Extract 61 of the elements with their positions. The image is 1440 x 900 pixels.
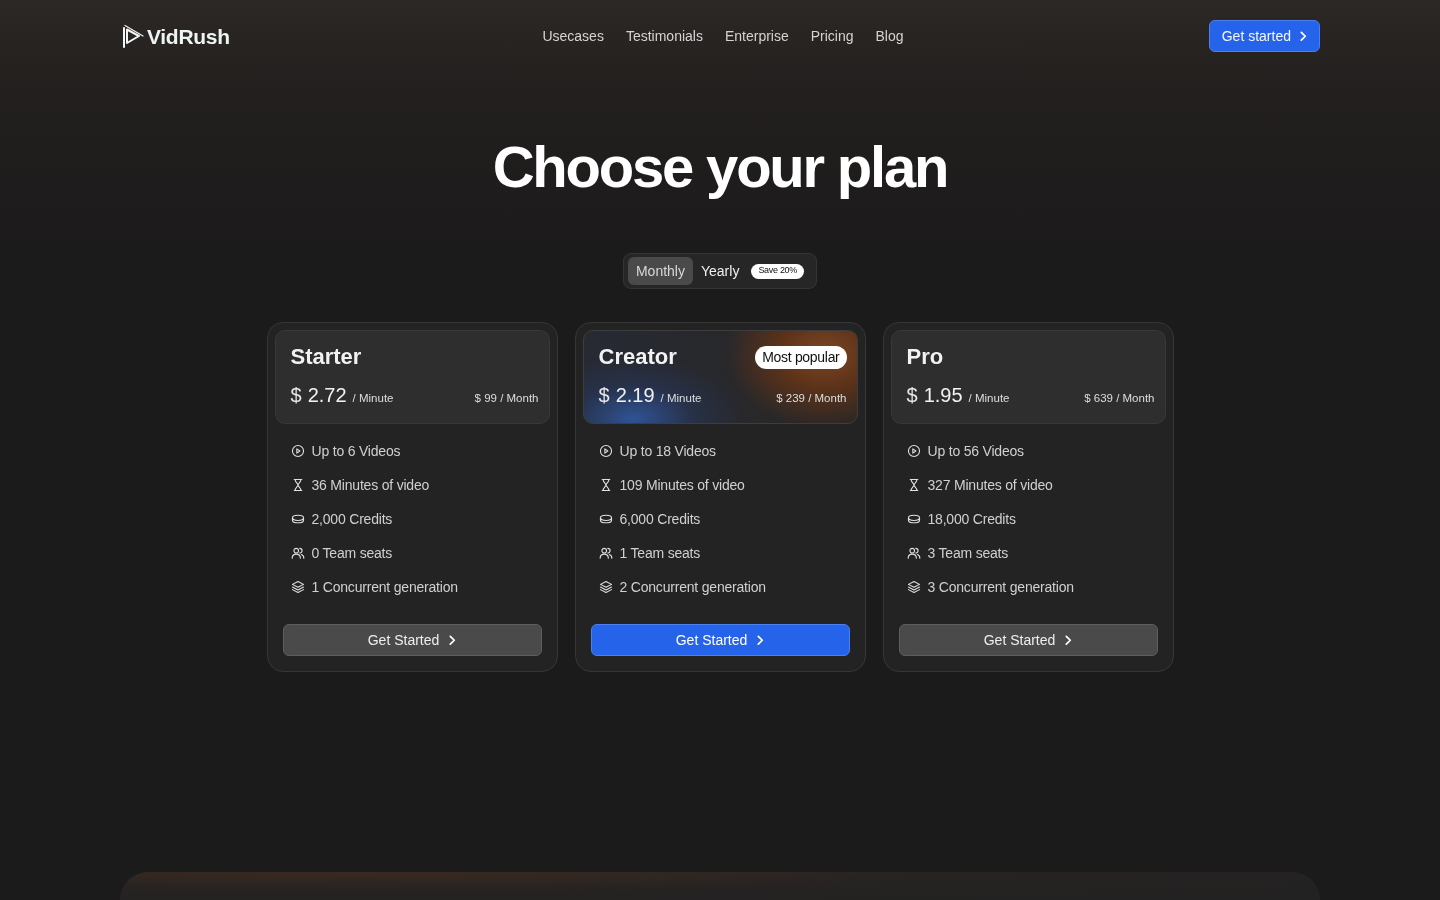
feature-text: 18,000 Credits: [927, 512, 1016, 526]
nav-link[interactable]: Usecases: [542, 29, 604, 43]
price-unit: / Minute: [352, 393, 394, 405]
users-icon: [906, 546, 921, 560]
play-circle-icon: [906, 444, 921, 458]
feature-text: 327 Minutes of video: [927, 478, 1053, 492]
monthly-price: $ 639 / Month: [1084, 393, 1155, 405]
price-value: 1.95: [923, 385, 963, 405]
feature-text: 1 Team seats: [619, 546, 701, 560]
logo-icon[interactable]: [122, 23, 144, 49]
feature-text: Up to 18 Videos: [619, 444, 716, 458]
plan-name: Creator: [598, 346, 677, 368]
coin-icon: [598, 512, 613, 526]
get-started-button[interactable]: Get Started: [282, 624, 542, 656]
price-unit: / Minute: [660, 393, 702, 405]
price-value: 2.72: [307, 385, 347, 405]
nav-link[interactable]: Testimonials: [625, 29, 703, 43]
get-started-button[interactable]: Get Started: [590, 624, 850, 656]
layers-icon: [906, 580, 921, 594]
plan-name: Pro: [906, 346, 944, 368]
coin-icon: [906, 512, 921, 526]
feature-text: 2 Concurrent generation: [619, 580, 766, 594]
play-circle-icon: [598, 444, 613, 458]
nav-link[interactable]: Pricing: [810, 29, 854, 43]
price-unit: / Minute: [968, 393, 1010, 405]
users-icon: [290, 546, 305, 560]
billing-option-tab[interactable]: Yearly: [697, 257, 744, 285]
feature-text: Up to 56 Videos: [927, 444, 1024, 458]
plan-name: Starter: [290, 346, 362, 368]
feature-text: 2,000 Credits: [311, 512, 393, 526]
play-circle-icon: [290, 444, 305, 458]
feature-text: 3 Concurrent generation: [927, 580, 1074, 594]
feature-text: 6,000 Credits: [619, 512, 701, 526]
get-started-button[interactable]: Get started: [1208, 20, 1320, 52]
monthly-price: $ 99 / Month: [474, 393, 539, 405]
nav-link[interactable]: Enterprise: [724, 29, 789, 43]
chevron-right-icon: [449, 634, 457, 646]
layers-icon: [598, 580, 613, 594]
currency-symbol: $: [906, 385, 918, 405]
feature-text: Up to 6 Videos: [311, 444, 401, 458]
feature-text: 109 Minutes of video: [619, 478, 745, 492]
chevron-right-icon: [1065, 634, 1073, 646]
logo-text[interactable]: VidRush: [147, 25, 230, 47]
feature-text: 36 Minutes of video: [311, 478, 430, 492]
chevron-right-icon: [757, 634, 765, 646]
popular-badge: Most popular: [755, 345, 847, 369]
monthly-price: $ 239 / Month: [776, 393, 847, 405]
feature-text: 0 Team seats: [311, 546, 393, 560]
price-value: 2.19: [615, 385, 655, 405]
chevron-right-icon: [1300, 30, 1307, 42]
nav-link[interactable]: Blog: [875, 29, 904, 43]
currency-symbol: $: [290, 385, 302, 405]
discount-badge: Save 20%: [751, 263, 805, 279]
currency-symbol: $: [598, 385, 610, 405]
users-icon: [598, 546, 613, 560]
layers-icon: [290, 580, 305, 594]
coin-icon: [290, 512, 305, 526]
billing-option-tab[interactable]: Monthly: [627, 257, 693, 285]
feature-text: 3 Team seats: [927, 546, 1009, 560]
feature-text: 1 Concurrent generation: [311, 580, 458, 594]
get-started-button[interactable]: Get Started: [898, 624, 1158, 656]
